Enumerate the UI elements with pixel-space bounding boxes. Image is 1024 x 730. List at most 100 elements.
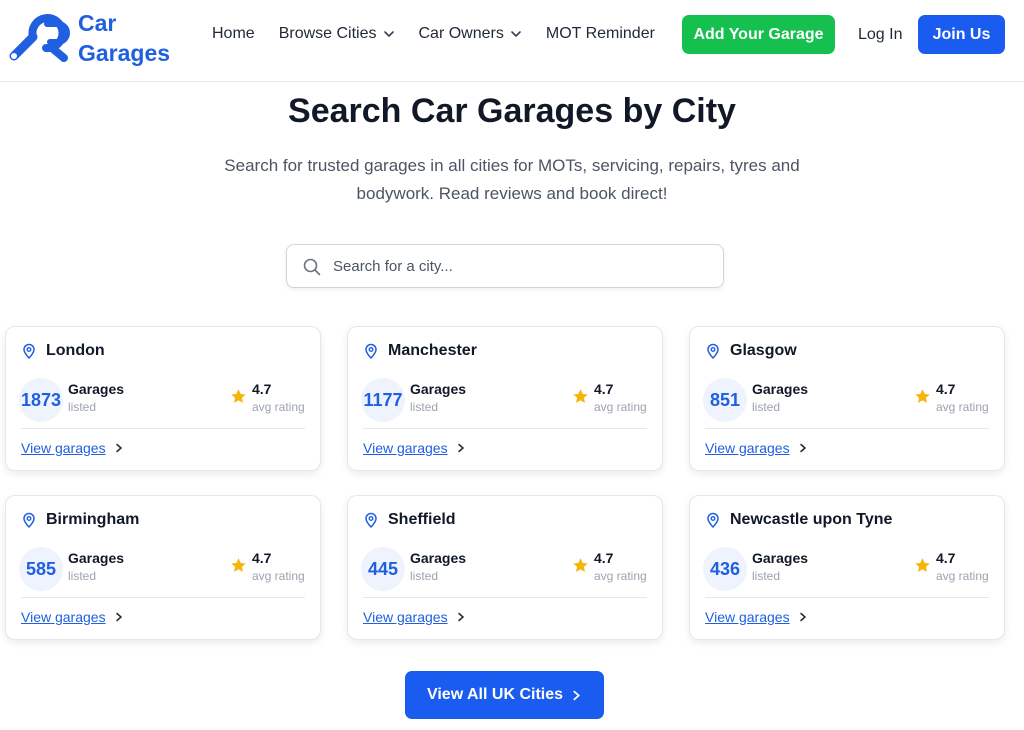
garage-count-badge: 585 bbox=[19, 547, 63, 591]
avg-rating-label: avg rating bbox=[936, 400, 989, 414]
nav-browse-cities-label: Browse Cities bbox=[278, 25, 377, 42]
star-icon bbox=[573, 558, 588, 572]
view-garages-link[interactable]: View garages bbox=[705, 609, 808, 625]
view-garages-link[interactable]: View garages bbox=[363, 440, 466, 456]
nav-mot-reminder[interactable]: MOT Reminder bbox=[546, 25, 655, 43]
city-name: Newcastle upon Tyne bbox=[730, 511, 893, 528]
card-divider bbox=[705, 597, 989, 598]
map-pin-icon bbox=[365, 512, 377, 528]
view-garages-link[interactable]: View garages bbox=[705, 440, 808, 456]
garages-label: Garages bbox=[752, 381, 809, 397]
city-card-london: London 1873 Garages listed 4.7 avg ratin… bbox=[5, 326, 321, 471]
nav-browse-cities[interactable]: Browse Cities bbox=[279, 25, 395, 43]
avg-rating-value: 4.7 bbox=[594, 550, 614, 566]
listed-label: listed bbox=[68, 400, 97, 414]
avg-rating-value: 4.7 bbox=[252, 550, 272, 566]
city-name: Glasgow bbox=[730, 342, 797, 359]
star-icon bbox=[915, 389, 930, 403]
chevron-right-icon bbox=[799, 612, 806, 622]
garage-count-badge: 445 bbox=[361, 547, 405, 591]
garage-count-badge: 1177 bbox=[361, 378, 405, 422]
nav-car-owners-label: Car Owners bbox=[418, 25, 504, 42]
search-icon bbox=[303, 258, 321, 276]
nav-home[interactable]: Home bbox=[212, 25, 255, 43]
garage-count-badge: 851 bbox=[703, 378, 747, 422]
star-icon bbox=[915, 558, 930, 572]
listed-label: listed bbox=[410, 400, 439, 414]
listed-label: listed bbox=[68, 569, 97, 583]
nav-car-owners[interactable]: Car Owners bbox=[419, 25, 522, 43]
garages-label: Garages bbox=[68, 381, 125, 397]
garage-count-badge: 436 bbox=[703, 547, 747, 591]
page-subtitle: Search for trusted garages in all cities… bbox=[224, 156, 800, 203]
city-name: London bbox=[46, 342, 105, 359]
view-garages-label: View garages bbox=[705, 609, 790, 625]
view-garages-link[interactable]: View garages bbox=[21, 440, 124, 456]
wrench-logo-icon bbox=[9, 14, 70, 62]
city-card-birmingham: Birmingham 585 Garages listed 4.7 avg ra… bbox=[5, 495, 321, 640]
view-garages-label: View garages bbox=[363, 609, 448, 625]
city-card-sheffield: Sheffield 445 Garages listed 4.7 avg rat… bbox=[347, 495, 663, 640]
city-card-header: Birmingham bbox=[21, 511, 139, 529]
chevron-right-icon bbox=[457, 612, 464, 622]
listed-label: listed bbox=[752, 400, 781, 414]
map-pin-icon bbox=[707, 512, 719, 528]
garages-label: Garages bbox=[410, 550, 467, 566]
avg-rating-label: avg rating bbox=[936, 569, 989, 583]
view-garages-link[interactable]: View garages bbox=[21, 609, 124, 625]
chevron-right-icon bbox=[115, 443, 122, 453]
map-pin-icon bbox=[23, 512, 35, 528]
view-garages-label: View garages bbox=[705, 440, 790, 456]
city-card-header: Newcastle upon Tyne bbox=[705, 511, 892, 529]
city-card-header: London bbox=[21, 342, 105, 360]
brand-name: Car Garages bbox=[78, 8, 170, 68]
chevron-right-icon bbox=[799, 443, 806, 453]
card-divider bbox=[21, 428, 305, 429]
brand-name-line1: Car bbox=[78, 10, 117, 36]
brand-logo[interactable]: Car Garages bbox=[6, 8, 170, 68]
join-button[interactable]: Join Us bbox=[918, 15, 1005, 54]
listed-label: listed bbox=[752, 569, 781, 583]
site-header: Car Garages Home Browse Cities Car Owner… bbox=[0, 0, 1024, 82]
star-icon bbox=[231, 389, 246, 403]
city-search-box bbox=[286, 244, 724, 288]
view-all-cities-label: View All UK Cities bbox=[426, 686, 564, 703]
view-garages-label: View garages bbox=[363, 440, 448, 456]
city-cards-grid: London 1873 Garages listed 4.7 avg ratin… bbox=[5, 326, 1005, 640]
avg-rating-value: 4.7 bbox=[252, 381, 272, 397]
nav-home-label: Home bbox=[212, 25, 255, 42]
garages-label: Garages bbox=[752, 550, 809, 566]
city-card-header: Manchester bbox=[363, 342, 477, 360]
listed-label: listed bbox=[410, 569, 439, 583]
star-icon bbox=[231, 558, 246, 572]
card-divider bbox=[21, 597, 305, 598]
avg-rating-label: avg rating bbox=[252, 400, 305, 414]
brand-name-line2: Garages bbox=[78, 40, 171, 66]
avg-rating-label: avg rating bbox=[252, 569, 305, 583]
avg-rating-value: 4.7 bbox=[936, 550, 956, 566]
view-garages-label: View garages bbox=[21, 609, 106, 625]
avg-rating-value: 4.7 bbox=[594, 381, 614, 397]
city-card-header: Sheffield bbox=[363, 511, 456, 529]
map-pin-icon bbox=[23, 343, 35, 359]
map-pin-icon bbox=[707, 343, 719, 359]
chevron-down-icon bbox=[383, 31, 394, 38]
card-divider bbox=[705, 428, 989, 429]
main-nav: Home Browse Cities Car Owners MOT Remind… bbox=[212, 22, 655, 46]
nav-mot-reminder-label: MOT Reminder bbox=[545, 25, 655, 42]
star-icon bbox=[573, 389, 588, 403]
chevron-down-icon bbox=[511, 31, 521, 38]
view-all-cities-button[interactable]: View All UK Cities bbox=[405, 671, 604, 719]
add-garage-button[interactable]: Add Your Garage bbox=[682, 15, 835, 54]
city-search-input[interactable] bbox=[333, 245, 713, 287]
page-title: Search Car Garages by City bbox=[288, 92, 736, 130]
login-button[interactable]: Log In bbox=[852, 15, 908, 54]
card-divider bbox=[363, 597, 647, 598]
view-garages-link[interactable]: View garages bbox=[363, 609, 466, 625]
city-name: Birmingham bbox=[46, 511, 140, 528]
garages-label: Garages bbox=[410, 381, 467, 397]
avg-rating-label: avg rating bbox=[594, 400, 647, 414]
city-name: Sheffield bbox=[388, 511, 456, 528]
garage-count-badge: 1873 bbox=[19, 378, 63, 422]
avg-rating-value: 4.7 bbox=[936, 381, 956, 397]
